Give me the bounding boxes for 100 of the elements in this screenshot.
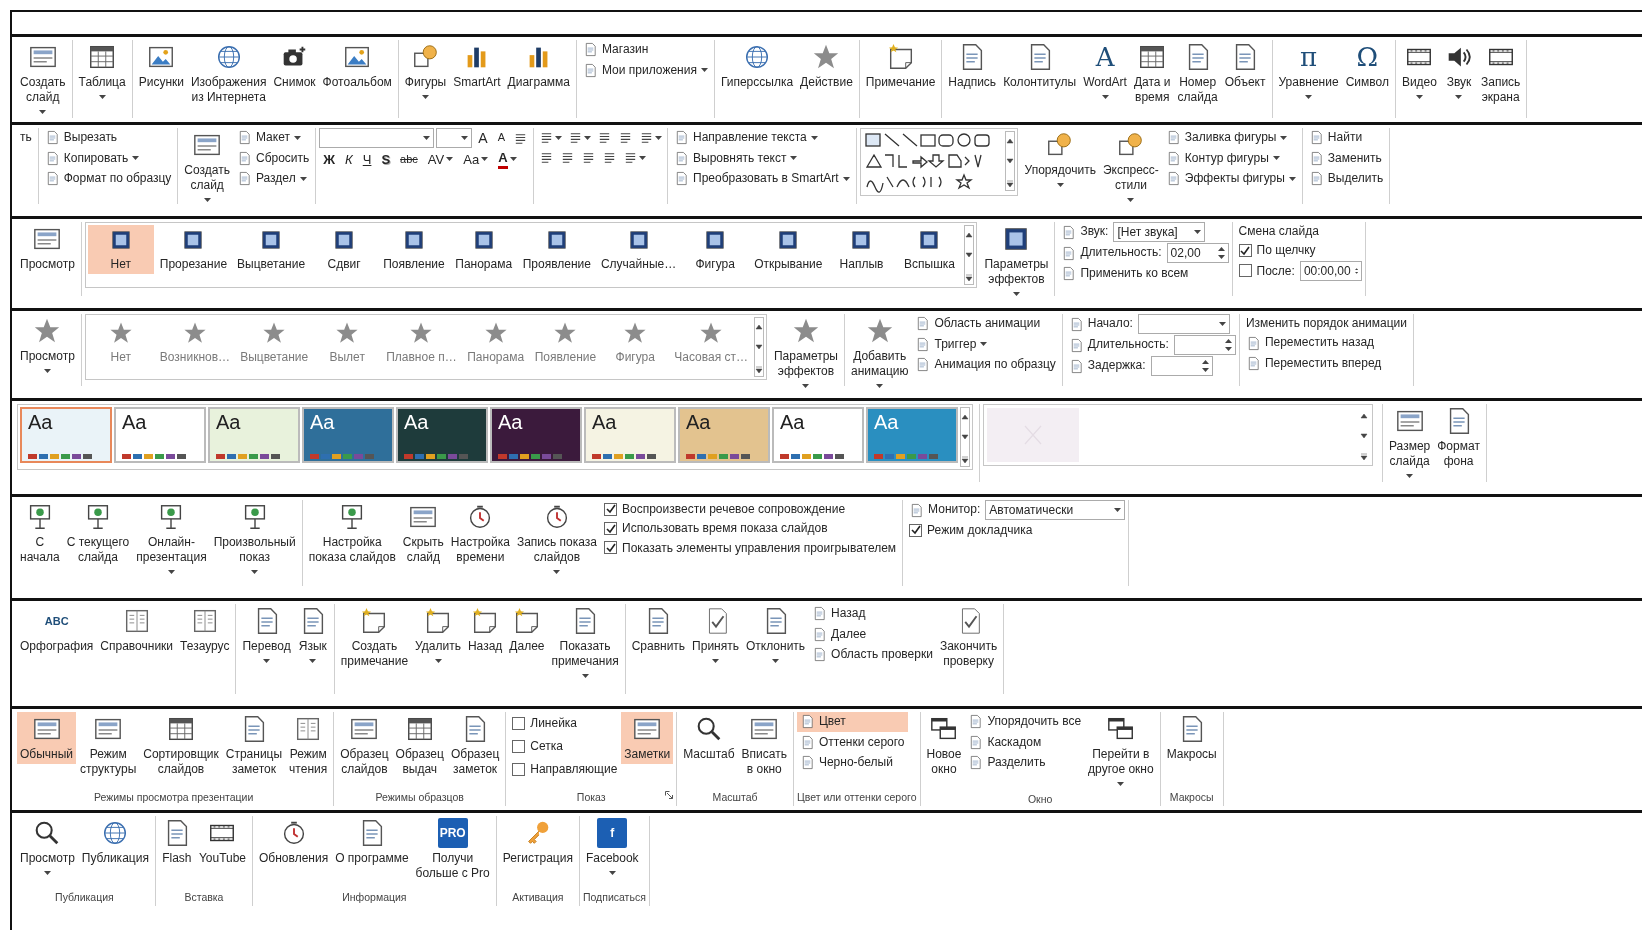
theme-tile[interactable]: Aa: [20, 407, 112, 463]
ribbon-button[interactable]: Удалить: [412, 604, 464, 671]
ribbon-button[interactable]: Образец слайдов: [337, 712, 392, 779]
ribbon-button[interactable]: Каскадом: [965, 732, 1085, 753]
ribbon-button[interactable]: Просмотр: [17, 816, 78, 883]
ribbon-button[interactable]: PRO Получи больше с Pro: [412, 816, 493, 883]
ribbon-button[interactable]: YouTube: [195, 816, 250, 868]
ribbon-button[interactable]: Сортировщик слайдов: [140, 712, 222, 779]
transition-tile[interactable]: Сдвиг: [311, 225, 378, 275]
ribbon-button[interactable]: Назад: [464, 604, 506, 656]
ribbon-button[interactable]: Закончить проверку: [936, 604, 1001, 671]
ribbon-button[interactable]: Выделить: [1305, 169, 1387, 189]
ribbon-button[interactable]: Фотоальбом: [319, 40, 395, 92]
ribbon-button[interactable]: Вырезать: [41, 128, 175, 148]
ribbon-button[interactable]: Таблица: [75, 40, 129, 107]
ribbon-button[interactable]: Эффекты фигуры: [1162, 169, 1299, 189]
dropdown-field[interactable]: Автоматически: [985, 500, 1126, 520]
ribbon-button[interactable]: Режим структуры: [77, 712, 140, 779]
ribbon-button[interactable]: A WordArt: [1080, 40, 1130, 107]
format-button[interactable]: Aa: [459, 150, 493, 169]
ribbon-button[interactable]: Экспресс- стили: [1100, 128, 1162, 208]
ribbon-button[interactable]: π Уравнение: [1275, 40, 1342, 107]
ribbon-button[interactable]: Надпись: [945, 40, 1000, 92]
dropdown-field[interactable]: [Нет звука]: [1113, 222, 1206, 242]
format-button[interactable]: A: [494, 149, 521, 170]
ribbon-button[interactable]: Настройка показа слайдов: [305, 500, 399, 567]
transition-tile[interactable]: Проявление: [518, 225, 595, 275]
transition-tile[interactable]: Вспышка: [896, 225, 963, 275]
shapes-gallery[interactable]: [859, 128, 1018, 196]
ribbon-button[interactable]: Действие: [797, 40, 856, 92]
ribbon-button[interactable]: Тезаурус: [177, 604, 233, 656]
ribbon-button[interactable]: Настройка времени: [447, 500, 513, 567]
ribbon-button[interactable]: SmartArt: [450, 40, 504, 92]
ribbon-button[interactable]: Оттенки серого: [796, 732, 908, 753]
ribbon-button[interactable]: Заливка фигуры: [1162, 128, 1299, 148]
ribbon-button[interactable]: Макет: [233, 128, 313, 148]
ribbon-button[interactable]: Масштаб: [680, 712, 738, 764]
format-button[interactable]: A: [474, 128, 492, 148]
ribbon-button[interactable]: Режим чтения: [286, 712, 331, 779]
ribbon-button[interactable]: f Facebook: [582, 816, 642, 883]
ribbon-button[interactable]: Перевод: [239, 604, 294, 671]
ribbon-button[interactable]: Область проверки: [809, 645, 936, 665]
animation-tile[interactable]: Панорама: [462, 317, 529, 368]
animation-tile[interactable]: Появление: [530, 317, 601, 368]
spin-field[interactable]: [1150, 356, 1213, 376]
ribbon-button[interactable]: Принять: [689, 604, 742, 671]
ribbon-button[interactable]: Направление текста: [671, 128, 853, 148]
dropdown-field[interactable]: [1137, 314, 1230, 334]
ribbon-button[interactable]: Запись экрана: [1477, 40, 1524, 107]
ribbon-button[interactable]: Параметры эффектов: [981, 222, 1052, 300]
ribbon-button[interactable]: Скрыть слайд: [399, 500, 447, 567]
theme-tile[interactable]: Aa: [678, 407, 770, 463]
ribbon-button[interactable]: Обычный: [17, 712, 77, 764]
ribbon-button[interactable]: Монитор:: [906, 500, 984, 520]
ribbon-button[interactable]: Анимация по образцу: [912, 355, 1059, 375]
transition-tile[interactable]: Случайные…: [596, 225, 681, 275]
theme-tile[interactable]: Aa: [866, 407, 958, 463]
dialog-launcher-icon[interactable]: [665, 790, 674, 799]
ribbon-button[interactable]: Задержка:: [1065, 356, 1149, 376]
animation-tile[interactable]: Нет: [87, 317, 154, 368]
format-button[interactable]: Ч: [358, 150, 376, 169]
animation-tile[interactable]: Возникнов…: [155, 317, 235, 368]
spin-field[interactable]: 02,00: [1166, 243, 1229, 263]
ribbon-button[interactable]: Диаграмма: [504, 40, 573, 92]
ribbon-button[interactable]: Запись показа слайдов: [513, 500, 600, 581]
ribbon-button[interactable]: Создать слайд: [181, 128, 233, 208]
ribbon-button[interactable]: Создать слайд: [17, 40, 69, 121]
format-button[interactable]: AV: [423, 150, 458, 169]
ribbon-button[interactable]: Параметры эффектов: [771, 314, 841, 390]
checkbox[interactable]: Линейка: [509, 712, 621, 734]
checkbox[interactable]: Использовать время показа слайдов: [601, 519, 900, 538]
ribbon-button[interactable]: Раздел: [233, 169, 313, 189]
checkbox[interactable]: По щелчку: [1235, 241, 1362, 260]
ribbon-button[interactable]: Новое окно: [923, 712, 965, 779]
ribbon-button[interactable]: Просмотр: [17, 314, 78, 381]
ribbon-button[interactable]: Язык: [294, 604, 331, 671]
ribbon-button[interactable]: Гиперссылка: [717, 40, 797, 92]
format-button[interactable]: К: [341, 150, 357, 169]
ribbon-button[interactable]: Примечание: [862, 40, 939, 92]
ribbon-button[interactable]: Магазин: [580, 40, 711, 60]
animation-tile[interactable]: Часовая ст…: [670, 317, 752, 368]
transition-tile[interactable]: Открывание: [750, 225, 827, 275]
ribbon-button[interactable]: Просмотр: [17, 222, 78, 274]
ribbon-button[interactable]: Макросы: [1163, 712, 1220, 764]
ribbon-button[interactable]: Отклонить: [743, 604, 809, 671]
checkbox[interactable]: После:: [1235, 261, 1298, 280]
ribbon-button[interactable]: Формат по образцу: [41, 169, 175, 189]
ribbon-button[interactable]: Сравнить: [628, 604, 689, 656]
ribbon-button[interactable]: Фигуры: [401, 40, 450, 107]
ribbon-button[interactable]: Онлайн- презентация: [133, 500, 210, 581]
ribbon-button[interactable]: Звук:: [1058, 222, 1112, 242]
theme-tile[interactable]: Aa: [208, 407, 300, 463]
transition-tile[interactable]: Панорама: [450, 225, 517, 275]
ribbon-button[interactable]: Контур фигуры: [1162, 148, 1299, 169]
ribbon-button[interactable]: Снимок: [270, 40, 319, 92]
transition-tile[interactable]: Нет: [87, 225, 154, 275]
ribbon-button[interactable]: Упорядочить все: [965, 712, 1085, 732]
ribbon-button[interactable]: Дата и время: [1130, 40, 1174, 107]
transition-tile[interactable]: Выцветание: [233, 225, 310, 275]
format-button[interactable]: Ж: [319, 150, 340, 169]
